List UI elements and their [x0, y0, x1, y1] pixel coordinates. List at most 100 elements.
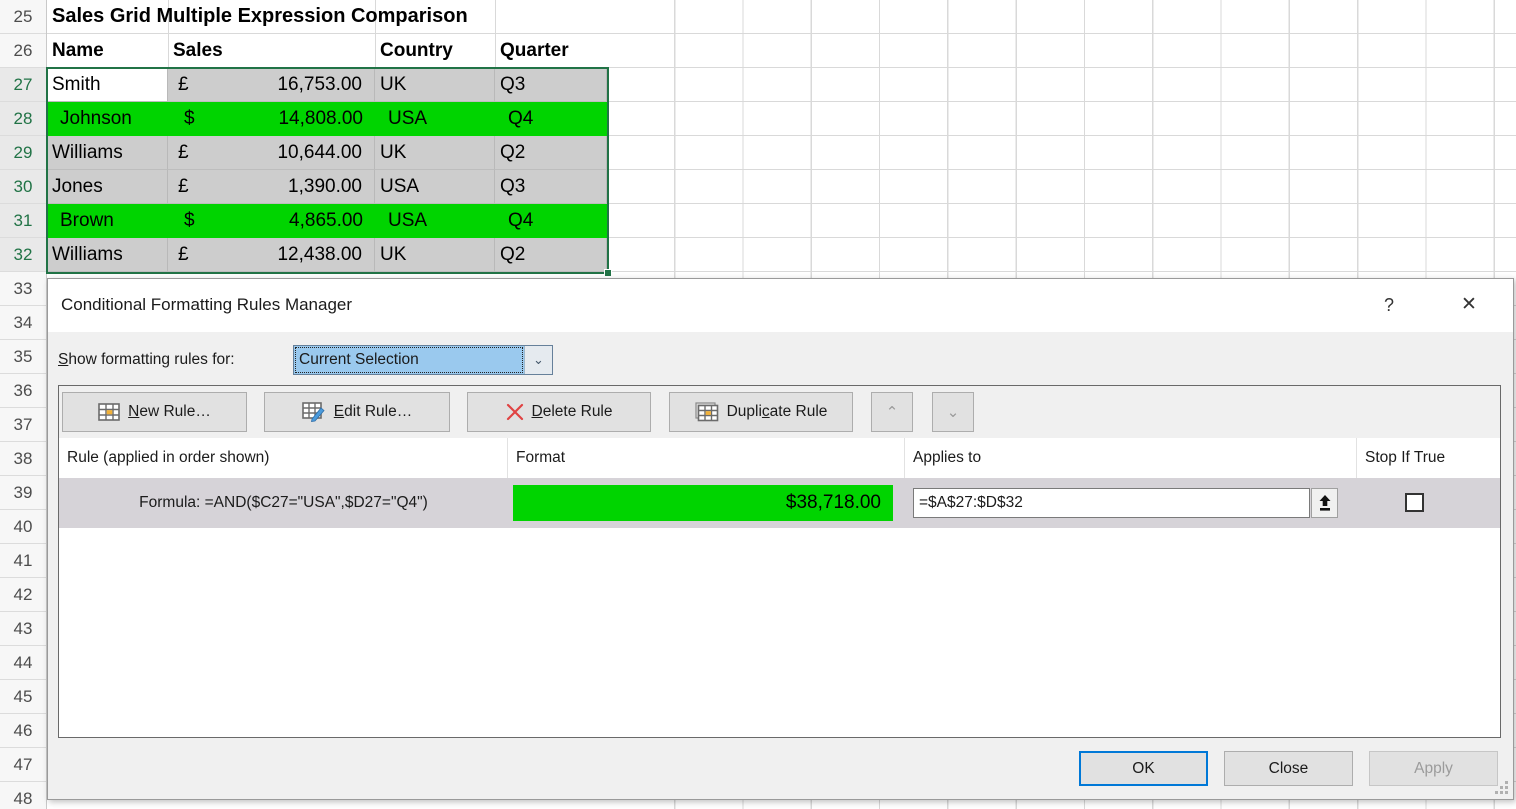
apply-button[interactable]: Apply — [1369, 751, 1498, 786]
table-row: Brown $4,865.00 USA Q4 — [47, 204, 607, 238]
cell-sales[interactable]: £16,753.00 — [168, 68, 375, 102]
currency-symbol: £ — [178, 238, 189, 271]
row-header[interactable]: 31 — [0, 204, 46, 238]
row-header[interactable]: 36 — [0, 374, 46, 408]
show-rules-dropdown[interactable]: Current Selection ⌄ — [293, 345, 553, 375]
delete-rule-label: Delete Rule — [532, 403, 613, 421]
edit-rule-label: Edit Rule… — [334, 403, 412, 421]
dropdown-selected-value: Current Selection — [294, 346, 524, 374]
row-header[interactable]: 42 — [0, 578, 46, 612]
amount: 14,808.00 — [278, 102, 363, 136]
row-header[interactable]: 27 — [0, 68, 46, 102]
row-header[interactable]: 43 — [0, 612, 46, 646]
new-rule-button[interactable]: New Rule… — [62, 392, 247, 432]
row-header[interactable]: 35 — [0, 340, 46, 374]
duplicate-rule-button[interactable]: Duplicate Rule — [669, 392, 853, 432]
row-header[interactable]: 41 — [0, 544, 46, 578]
cell-country[interactable]: UK — [375, 136, 495, 170]
show-rules-label: Show formatting rules for: — [58, 345, 235, 375]
amount: 4,865.00 — [289, 204, 363, 238]
row-header[interactable]: 44 — [0, 646, 46, 680]
applies-to-group — [913, 488, 1338, 518]
cell-sales[interactable]: £1,390.00 — [168, 170, 375, 204]
row-header[interactable]: 30 — [0, 170, 46, 204]
cell-name[interactable]: Williams — [47, 238, 168, 272]
row-header[interactable]: 33 — [0, 272, 46, 306]
table-row: Williams £12,438.00 UK Q2 — [47, 238, 607, 272]
collapse-dialog-icon[interactable] — [1311, 488, 1338, 518]
header-rule: Rule (applied in order shown) — [59, 438, 508, 478]
cell-name[interactable]: Brown — [47, 204, 168, 238]
edit-rule-icon — [302, 402, 326, 422]
amount: 16,753.00 — [277, 68, 362, 101]
dialog-title: Conditional Formatting Rules Manager — [61, 279, 352, 332]
cell-country[interactable]: USA — [375, 204, 495, 238]
row-header[interactable]: 39 — [0, 476, 46, 510]
cell-quarter[interactable]: Q3 — [495, 68, 607, 102]
currency-symbol: £ — [178, 136, 189, 169]
conditional-formatting-rules-manager-dialog: Conditional Formatting Rules Manager ? ✕… — [47, 278, 1514, 800]
cell-country[interactable]: UK — [375, 238, 495, 272]
row-header[interactable]: 38 — [0, 442, 46, 476]
dialog-titlebar[interactable]: Conditional Formatting Rules Manager ? ✕ — [48, 279, 1513, 332]
row-header[interactable]: 28 — [0, 102, 46, 136]
cell-quarter[interactable]: Q2 — [495, 136, 607, 170]
cell-quarter[interactable]: Q3 — [495, 170, 607, 204]
table-row: Jones £1,390.00 USA Q3 — [47, 170, 607, 204]
column-header-name[interactable]: Name — [47, 34, 168, 68]
resize-grip[interactable] — [1494, 780, 1508, 794]
delete-rule-icon — [506, 403, 524, 421]
move-rule-up-button[interactable]: ⌃ — [871, 392, 913, 432]
table-row: Williams £10,644.00 UK Q2 — [47, 136, 607, 170]
cell-country[interactable]: USA — [375, 170, 495, 204]
close-button[interactable]: Close — [1224, 751, 1353, 786]
row-header[interactable]: 25 — [0, 0, 46, 34]
rules-toolbar: New Rule… Edit Rule… Delete Rule Duplica… — [59, 386, 1500, 438]
cell-name[interactable]: Williams — [47, 136, 168, 170]
close-icon[interactable]: ✕ — [1452, 289, 1486, 321]
cell-quarter[interactable]: Q4 — [495, 204, 607, 238]
cell-sales[interactable]: £12,438.00 — [168, 238, 375, 272]
row-header[interactable]: 29 — [0, 136, 46, 170]
cell-sales[interactable]: £10,644.00 — [168, 136, 375, 170]
delete-rule-button[interactable]: Delete Rule — [467, 392, 651, 432]
row-header[interactable]: 40 — [0, 510, 46, 544]
duplicate-rule-icon — [695, 402, 719, 422]
chevron-down-icon[interactable]: ⌄ — [524, 346, 552, 374]
column-header-country[interactable]: Country — [375, 34, 495, 68]
row-header[interactable]: 34 — [0, 306, 46, 340]
cell-country[interactable]: UK — [375, 68, 495, 102]
sheet-title-cell[interactable]: Sales Grid Multiple Expression Compariso… — [52, 0, 468, 34]
ok-button[interactable]: OK — [1079, 751, 1208, 786]
new-rule-label: New Rule… — [128, 403, 211, 421]
cell-sales[interactable]: $4,865.00 — [168, 204, 375, 238]
move-rule-down-button[interactable]: ⌄ — [932, 392, 974, 432]
cell-sales[interactable]: $14,808.00 — [168, 102, 375, 136]
table-row: Smith £16,753.00 UK Q3 — [47, 68, 607, 102]
currency-symbol: $ — [184, 102, 195, 136]
currency-symbol: £ — [178, 68, 189, 101]
rule-description: Formula: =AND($C27="USA",$D27="Q4") — [59, 478, 508, 528]
sheet-data-range: Smith £16,753.00 UK Q3 Johnson $14,808.0… — [47, 68, 607, 272]
row-header[interactable]: 37 — [0, 408, 46, 442]
stop-if-true-checkbox[interactable] — [1405, 493, 1424, 512]
rule-row[interactable]: Formula: =AND($C27="USA",$D27="Q4") $38,… — [59, 478, 1500, 528]
column-header-quarter[interactable]: Quarter — [495, 34, 607, 68]
help-icon[interactable]: ? — [1372, 289, 1406, 321]
cell-name[interactable]: Smith — [47, 68, 168, 102]
row-header[interactable]: 48 — [0, 782, 46, 809]
applies-to-input[interactable] — [913, 488, 1310, 518]
row-header[interactable]: 46 — [0, 714, 46, 748]
row-header[interactable]: 47 — [0, 748, 46, 782]
cell-quarter[interactable]: Q4 — [495, 102, 607, 136]
row-header[interactable]: 45 — [0, 680, 46, 714]
edit-rule-button[interactable]: Edit Rule… — [264, 392, 450, 432]
duplicate-rule-label: Duplicate Rule — [727, 403, 828, 421]
row-header[interactable]: 32 — [0, 238, 46, 272]
cell-name[interactable]: Jones — [47, 170, 168, 204]
column-header-sales[interactable]: Sales — [168, 34, 375, 68]
cell-name[interactable]: Johnson — [47, 102, 168, 136]
row-header[interactable]: 26 — [0, 34, 46, 68]
cell-country[interactable]: USA — [375, 102, 495, 136]
cell-quarter[interactable]: Q2 — [495, 238, 607, 272]
